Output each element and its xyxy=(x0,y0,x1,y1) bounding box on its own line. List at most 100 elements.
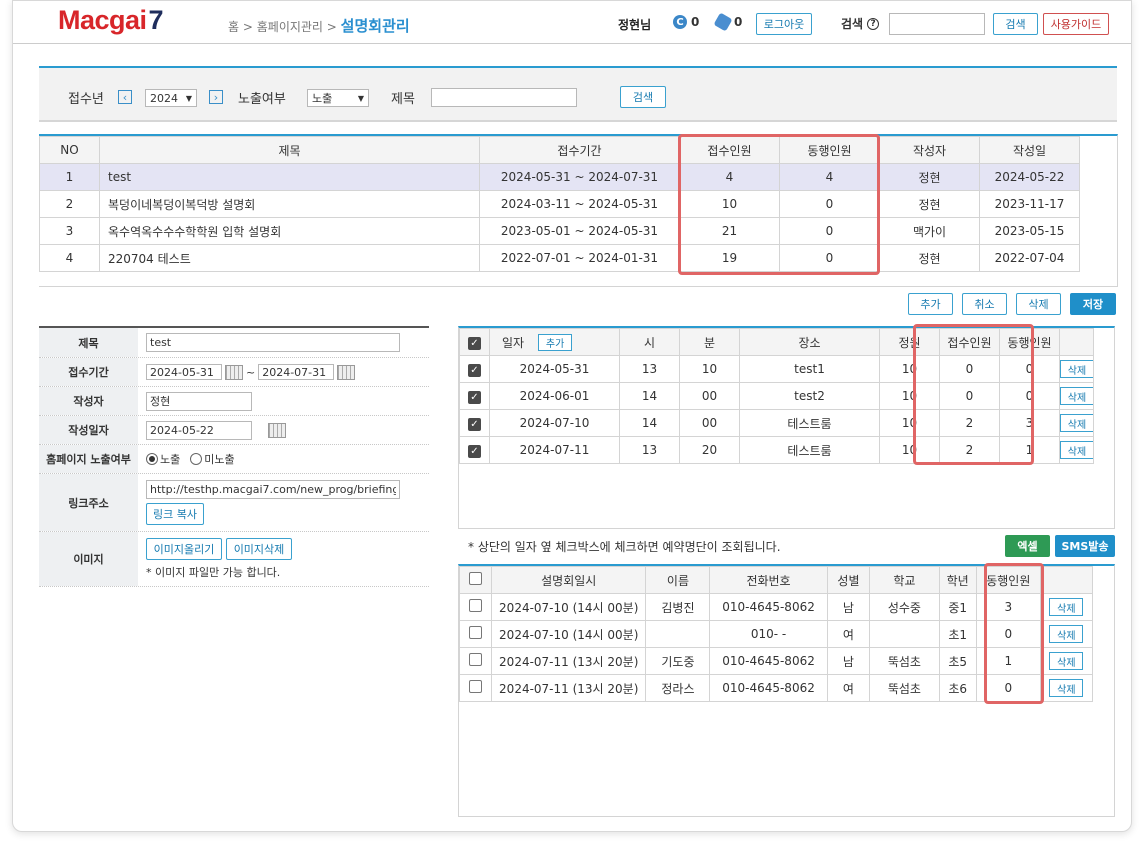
copy-link-button[interactable]: 링크 복사 xyxy=(146,503,204,525)
highlight-box xyxy=(984,563,1044,704)
col-name: 이름 xyxy=(645,566,711,594)
table-row[interactable]: 3 옥수역옥수수수학학원 입학 설명회 2023-05-01 ~ 2024-05-3… xyxy=(39,217,1080,245)
tag-icon xyxy=(713,12,733,32)
tag-counter[interactable]: 0 xyxy=(713,12,742,32)
date-input[interactable] xyxy=(146,420,252,440)
select-all-checkbox[interactable] xyxy=(468,572,482,585)
delete-button[interactable]: 삭제 xyxy=(1016,293,1061,315)
header-search-label: 검색? xyxy=(841,15,880,32)
year-prev-icon[interactable]: ‹ xyxy=(118,90,132,104)
form-title-label: 제목 xyxy=(39,328,138,357)
col-hour: 시 xyxy=(619,328,680,356)
author-input[interactable] xyxy=(146,391,252,411)
save-button[interactable]: 저장 xyxy=(1070,293,1116,315)
row-delete-button[interactable]: 삭제 xyxy=(1049,598,1084,616)
page-title: 설명회관리 xyxy=(340,17,410,35)
expose-on-radio[interactable] xyxy=(146,453,158,465)
form-author-label: 작성자 xyxy=(39,387,138,415)
row-delete-button[interactable]: 삭제 xyxy=(1060,387,1093,405)
col-title: 제목 xyxy=(99,136,480,164)
logo[interactable]: Macgai7 xyxy=(58,5,164,36)
row-checkbox[interactable]: ✓ xyxy=(468,363,481,377)
breadcrumb-home[interactable]: 홈 xyxy=(228,20,239,34)
title-label: 제목 xyxy=(391,92,415,107)
row-delete-button[interactable]: 삭제 xyxy=(1049,652,1084,670)
session-form: 제목 접수기간 ~ 작성자 작성일자 홈페이지 노출여부 노출 미노 xyxy=(39,326,429,587)
table-row[interactable]: 4 220704 테스트 2022-07-01 ~ 2024-01-31 19 0 정현 2… xyxy=(39,244,1080,272)
row-delete-button[interactable]: 삭제 xyxy=(1049,679,1084,697)
add-button[interactable]: 추가 xyxy=(908,293,953,315)
expose-label: 노출여부 xyxy=(238,92,286,107)
col-grade: 학년 xyxy=(938,566,977,594)
col-school: 학교 xyxy=(869,566,940,594)
col-minute: 분 xyxy=(679,328,740,356)
form-link-label: 링크주소 xyxy=(39,474,138,531)
row-checkbox[interactable]: ✓ xyxy=(468,417,481,431)
title-search-input[interactable] xyxy=(431,88,577,107)
period-end-input[interactable] xyxy=(258,364,335,380)
period-start-input[interactable] xyxy=(146,364,222,380)
logout-button[interactable]: 로그아웃 xyxy=(756,13,812,35)
schedule-note: * 상단의 일자 옆 체크박스에 체크하면 예약명단이 조회됩니다. xyxy=(468,540,781,554)
excel-button[interactable]: 엑셀 xyxy=(1005,535,1050,557)
breadcrumb: 홈 > 홈페이지관리 > 설명회관리 xyxy=(228,17,410,35)
row-delete-button[interactable]: 삭제 xyxy=(1060,414,1093,432)
filter-search-button[interactable]: 검색 xyxy=(620,86,666,108)
table-row[interactable]: 2 복덩이네복덩이복덕방 설명회 2024-03-11 ~ 2024-05-31 10… xyxy=(39,190,1080,218)
calendar-icon[interactable] xyxy=(225,364,243,380)
filter-bar: 접수년 ‹ 2024 ▼ › 노출여부 노출 ▼ 제목 검색 xyxy=(39,66,1117,122)
row-checkbox[interactable] xyxy=(468,599,482,612)
year-label: 접수년 xyxy=(68,92,104,107)
form-date-label: 작성일자 xyxy=(39,416,138,444)
sms-button[interactable]: SMS발송 xyxy=(1055,535,1115,557)
row-checkbox[interactable] xyxy=(468,653,482,666)
expose-select[interactable]: 노출 ▼ xyxy=(307,89,369,107)
row-checkbox[interactable] xyxy=(468,680,482,693)
calendar-icon[interactable] xyxy=(337,364,356,380)
row-checkbox[interactable]: ✓ xyxy=(468,390,481,404)
add-date-button[interactable]: 추가 xyxy=(538,333,573,351)
col-no: NO xyxy=(39,136,100,164)
help-icon: ? xyxy=(867,17,880,30)
header-search-input[interactable] xyxy=(889,13,985,35)
col-author: 작성자 xyxy=(879,136,980,164)
coin-counter[interactable]: C0 xyxy=(673,15,699,29)
user-guide-button[interactable]: 사용가이드 xyxy=(1043,13,1109,35)
image-upload-button[interactable]: 이미지올리기 xyxy=(146,538,222,560)
calendar-icon[interactable] xyxy=(268,422,286,438)
col-place: 장소 xyxy=(739,328,880,356)
header-search-button[interactable]: 검색 xyxy=(993,13,1038,35)
col-period: 접수기간 xyxy=(479,136,680,164)
form-image-label: 이미지 xyxy=(39,532,138,586)
select-all-checkbox[interactable]: ✓ xyxy=(468,336,481,350)
chevron-down-icon: ▼ xyxy=(185,93,192,103)
list-header-row: NO 제목 접수기간 접수인원 동행인원 작성자 작성일 xyxy=(39,136,1080,164)
row-checkbox[interactable]: ✓ xyxy=(468,444,481,458)
username: 정현님 xyxy=(618,18,652,32)
link-input[interactable] xyxy=(146,480,400,499)
col-gender: 성별 xyxy=(826,566,871,594)
row-delete-button[interactable]: 삭제 xyxy=(1060,441,1093,459)
expose-off-radio[interactable] xyxy=(190,453,203,465)
row-delete-button[interactable]: 삭제 xyxy=(1049,625,1084,643)
year-select[interactable]: 2024 ▼ xyxy=(145,89,197,107)
session-list: NO 제목 접수기간 접수인원 동행인원 작성자 작성일 1 test 2024-0… xyxy=(39,134,1118,287)
image-delete-button[interactable]: 이미지삭제 xyxy=(226,538,292,560)
highlight-box xyxy=(913,324,1034,465)
cancel-button[interactable]: 취소 xyxy=(962,293,1007,315)
highlight-box xyxy=(678,134,880,275)
col-date: 작성일 xyxy=(979,136,1080,164)
form-title-input[interactable] xyxy=(146,333,400,352)
breadcrumb-homepage-mgmt[interactable]: 홈페이지관리 xyxy=(257,20,323,34)
app-window: Macgai7 홈 > 홈페이지관리 > 설명회관리 정현님 C0 0 로그아웃… xyxy=(12,0,1132,832)
row-delete-button[interactable]: 삭제 xyxy=(1060,360,1093,378)
table-row[interactable]: 1 test 2024-05-31 ~ 2024-07-31 4 4 정현 2024-05-… xyxy=(39,163,1080,191)
form-period-label: 접수기간 xyxy=(39,358,138,386)
col-date: 일자 xyxy=(502,335,525,350)
col-session-datetime: 설명회일시 xyxy=(490,566,647,594)
col-phone: 전화번호 xyxy=(709,566,828,594)
coin-icon: C xyxy=(673,15,687,29)
year-next-icon[interactable]: › xyxy=(209,90,223,104)
row-checkbox[interactable] xyxy=(468,626,482,639)
chevron-down-icon: ▼ xyxy=(357,93,364,103)
